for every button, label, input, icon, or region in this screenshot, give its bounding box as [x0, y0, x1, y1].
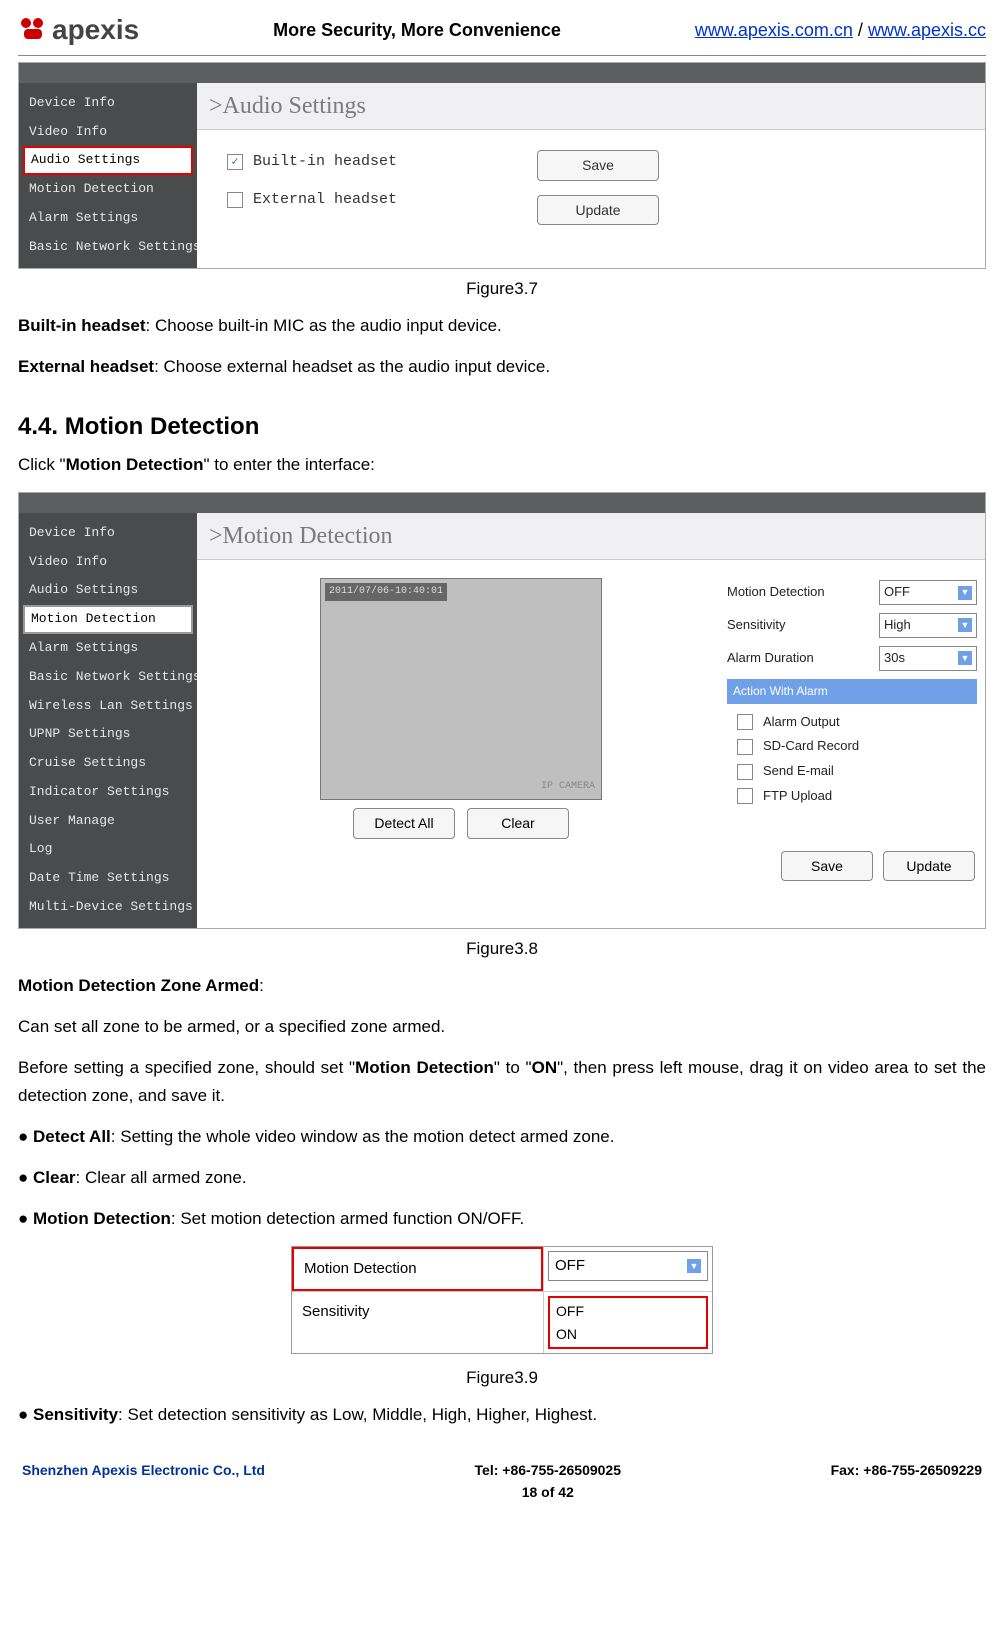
bullet-motion-detection: ● Motion Detection: Set motion detection…	[18, 1205, 986, 1232]
brand-logo: apexis	[18, 8, 139, 53]
chevron-down-icon: ▼	[687, 1259, 701, 1273]
clear-button[interactable]: Clear	[467, 808, 569, 838]
send-email-checkbox[interactable]: Send E-mail	[737, 761, 977, 782]
video-preview[interactable]: 2011/07/06-10:40:01 IP CAMERA	[320, 578, 602, 800]
sidebar-item[interactable]: Motion Detection	[19, 175, 197, 204]
sidebar-item[interactable]: Log	[19, 835, 197, 864]
builtin-headset-desc: Built-in headset: Choose built-in MIC as…	[18, 312, 986, 339]
sidebar-item[interactable]: Alarm Settings	[19, 204, 197, 233]
external-headset-checkbox[interactable]: External headset	[227, 188, 397, 212]
sidebar-item-audio-settings[interactable]: Audio Settings	[23, 146, 193, 175]
alarm-output-checkbox[interactable]: Alarm Output	[737, 712, 977, 733]
motion-detection-select[interactable]: OFF▼	[548, 1251, 708, 1281]
figure-3-7-caption: Figure3.7	[18, 275, 986, 302]
section-4-4-heading: 4.4. Motion Detection	[18, 408, 986, 446]
footer-center: Tel: +86-755-2650902518 of 42	[475, 1459, 621, 1504]
motion-detection-select[interactable]: OFF▼	[879, 580, 977, 605]
external-headset-desc: External headset: Choose external headse…	[18, 353, 986, 380]
figure-3-9-screenshot: Motion Detection OFF▼ Sensitivity OFFON	[291, 1246, 713, 1354]
panel-title: >Motion Detection	[197, 513, 985, 560]
tagline: More Security, More Convenience	[273, 16, 561, 45]
page-footer: Shenzhen Apexis Electronic Co., Ltd Tel:…	[18, 1459, 986, 1504]
sdcard-record-checkbox[interactable]: SD-Card Record	[737, 736, 977, 757]
bullet-sensitivity: ● Sensitivity: Set detection sensitivity…	[18, 1401, 986, 1428]
sidebar-item[interactable]: Basic Network Settings	[19, 233, 197, 262]
motion-detection-label: Motion Detection	[292, 1247, 543, 1291]
motion-zone-desc1: Can set all zone to be armed, or a speci…	[18, 1013, 986, 1040]
ftp-upload-checkbox[interactable]: FTP Upload	[737, 786, 977, 807]
bullet-clear: ● Clear: Clear all armed zone.	[18, 1164, 986, 1191]
sidebar-item[interactable]: Video Info	[19, 118, 197, 147]
chevron-down-icon: ▼	[958, 618, 972, 632]
chevron-down-icon: ▼	[958, 651, 972, 665]
brand-text: apexis	[52, 8, 139, 53]
panel-title: >Audio Settings	[197, 83, 985, 130]
update-button[interactable]: Update	[537, 195, 659, 225]
sidebar-item[interactable]: Device Info	[19, 89, 197, 118]
video-watermark: IP CAMERA	[541, 779, 595, 795]
figure-3-8-screenshot: Device Info Video Info Audio Settings Mo…	[18, 492, 986, 929]
figure-3-8-caption: Figure3.8	[18, 935, 986, 962]
chevron-down-icon: ▼	[958, 586, 972, 600]
sensitivity-select[interactable]: High▼	[879, 613, 977, 638]
section-4-4-intro: Click "Motion Detection" to enter the in…	[18, 451, 986, 478]
sidebar-item[interactable]: Audio Settings	[19, 576, 197, 605]
footer-fax: Fax: +86-755-26509229	[831, 1459, 982, 1504]
motion-zone-armed-heading: Motion Detection Zone Armed:	[18, 972, 986, 999]
fig37-sidebar: Device Info Video Info Audio Settings Mo…	[19, 83, 197, 268]
footer-company: Shenzhen Apexis Electronic Co., Ltd	[22, 1459, 265, 1504]
sidebar-item[interactable]: Device Info	[19, 519, 197, 548]
sidebar-item[interactable]: Date Time Settings	[19, 864, 197, 893]
sidebar-item-motion-detection[interactable]: Motion Detection	[23, 605, 193, 634]
sidebar-item[interactable]: Wireless Lan Settings	[19, 692, 197, 721]
link-apexis-cc[interactable]: www.apexis.cc	[868, 20, 986, 40]
header-links: www.apexis.com.cn / www.apexis.cc	[695, 16, 986, 45]
sensitivity-label: Sensitivity	[292, 1292, 543, 1353]
alarm-duration-select[interactable]: 30s▼	[879, 646, 977, 671]
video-timestamp: 2011/07/06-10:40:01	[325, 583, 447, 601]
update-button[interactable]: Update	[883, 851, 975, 881]
sidebar-item[interactable]: Indicator Settings	[19, 778, 197, 807]
sidebar-item[interactable]: UPNP Settings	[19, 720, 197, 749]
sensitivity-label: Sensitivity	[727, 615, 879, 636]
sidebar-item[interactable]: User Manage	[19, 807, 197, 836]
detect-all-button[interactable]: Detect All	[353, 808, 455, 838]
alarm-duration-label: Alarm Duration	[727, 648, 879, 669]
motion-detection-label: Motion Detection	[727, 582, 879, 603]
motion-zone-desc2: Before setting a specified zone, should …	[18, 1054, 986, 1108]
page-header: apexis More Security, More Convenience w…	[18, 8, 986, 56]
bullet-detect-all: ● Detect All: Setting the whole video wi…	[18, 1123, 986, 1150]
fig38-sidebar: Device Info Video Info Audio Settings Mo…	[19, 513, 197, 928]
builtin-headset-checkbox[interactable]: ✓Built-in headset	[227, 150, 397, 174]
dropdown-options[interactable]: OFFON	[548, 1296, 708, 1349]
action-with-alarm-header: Action With Alarm	[727, 679, 977, 704]
figure-3-9-caption: Figure3.9	[18, 1364, 986, 1391]
sidebar-item[interactable]: Video Info	[19, 548, 197, 577]
sidebar-item[interactable]: Multi-Device Settings	[19, 893, 197, 922]
save-button[interactable]: Save	[781, 851, 873, 881]
sidebar-item[interactable]: Alarm Settings	[19, 634, 197, 663]
link-apexis-cn[interactable]: www.apexis.com.cn	[695, 20, 853, 40]
sidebar-item[interactable]: Cruise Settings	[19, 749, 197, 778]
figure-3-7-screenshot: Device Info Video Info Audio Settings Mo…	[18, 62, 986, 269]
sidebar-item[interactable]: Basic Network Settings	[19, 663, 197, 692]
save-button[interactable]: Save	[537, 150, 659, 180]
